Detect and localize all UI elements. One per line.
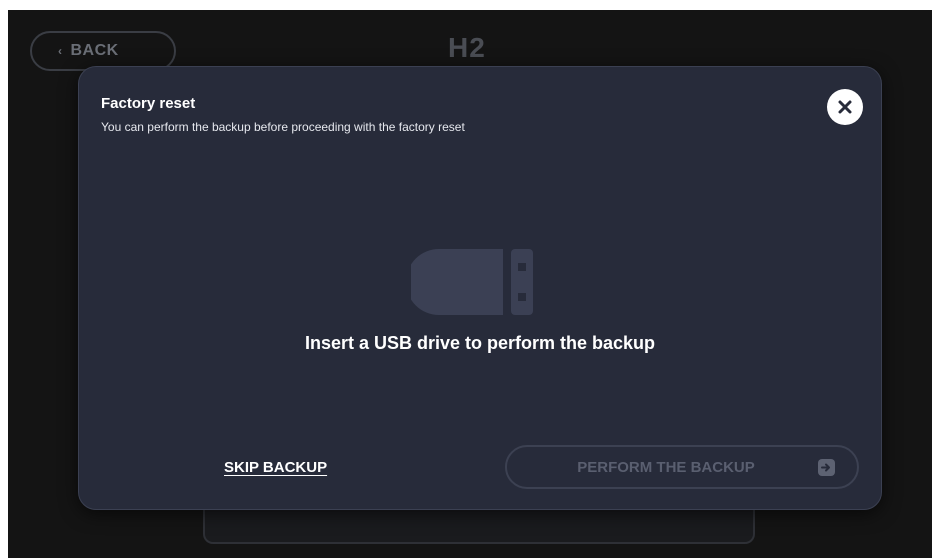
back-button[interactable]: ‹ BACK <box>30 31 176 71</box>
dialog-title: Factory reset <box>101 95 196 112</box>
perform-backup-button[interactable]: PERFORM THE BACKUP <box>505 445 859 489</box>
chevron-left-icon: ‹ <box>58 44 63 58</box>
skip-backup-button[interactable]: SKIP BACKUP <box>224 459 327 476</box>
usb-instruction: Insert a USB drive to perform the backup <box>304 333 656 353</box>
factory-reset-dialog: Factory reset You can perform the backup… <box>78 66 882 510</box>
back-label: BACK <box>70 42 119 59</box>
app-screen: ‹ BACK H2 Factory reset You can perform … <box>8 10 932 558</box>
app-logo: H2 <box>448 32 486 63</box>
usb-drive-icon <box>411 249 533 315</box>
perform-backup-label: PERFORM THE BACKUP <box>577 458 755 476</box>
close-icon <box>838 100 852 114</box>
close-button[interactable] <box>827 89 863 125</box>
arrow-right-icon <box>818 459 835 476</box>
dialog-subtitle: You can perform the backup before procee… <box>101 120 465 134</box>
